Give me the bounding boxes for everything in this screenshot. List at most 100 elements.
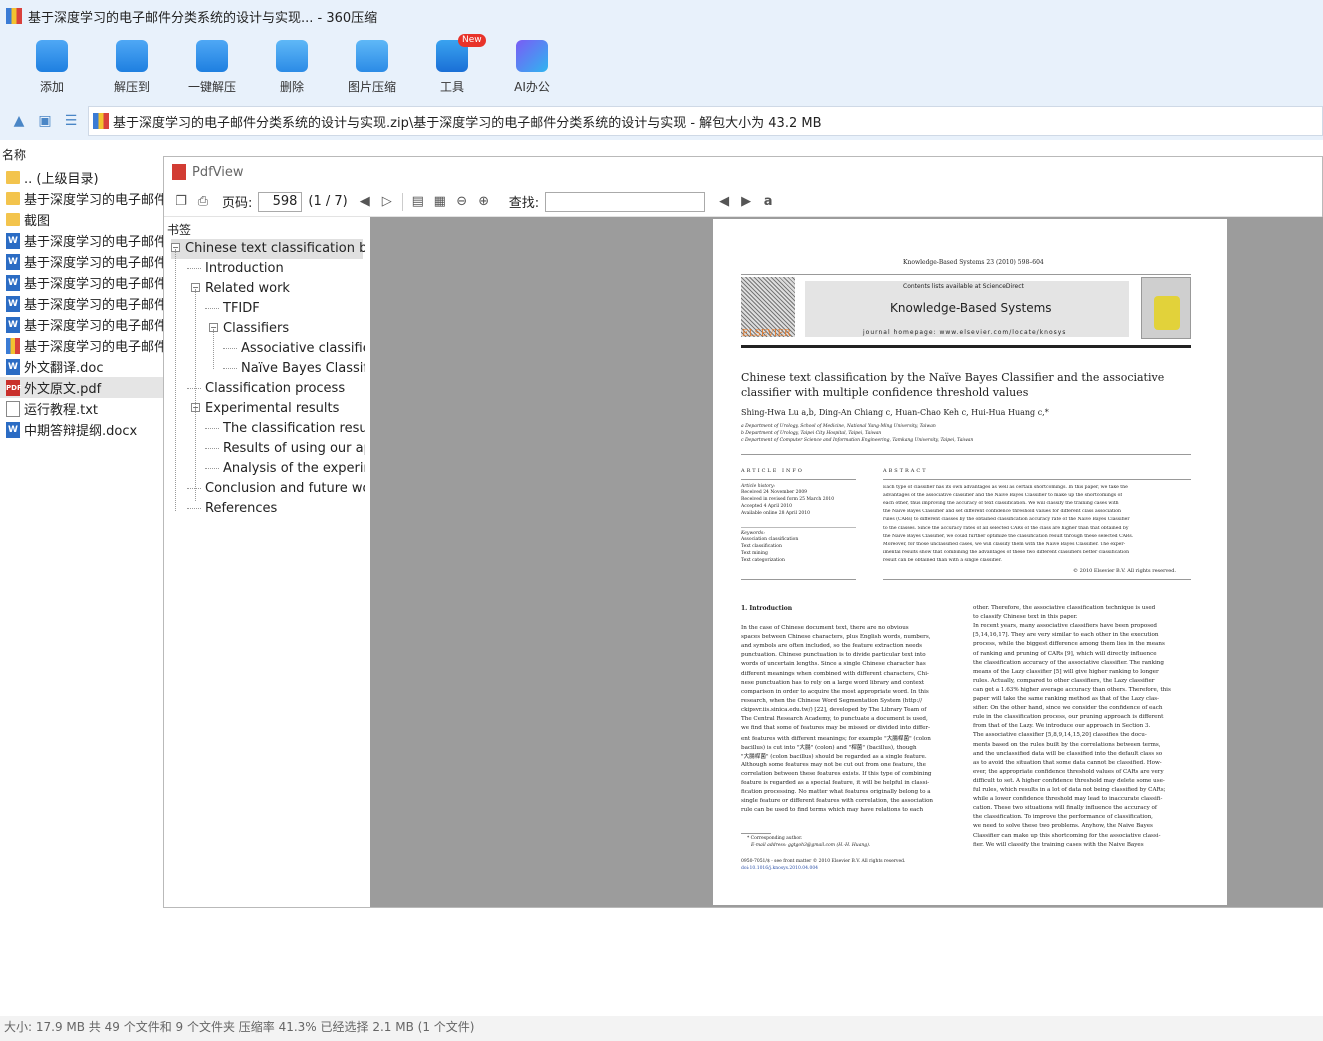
page-number-input[interactable]: 598: [258, 191, 303, 212]
toolbar-button-1[interactable]: 解压到: [92, 32, 172, 102]
affiliation-b: b Department of Urology, Taipei City Hos…: [741, 431, 882, 436]
journal-cover: [1141, 277, 1191, 339]
toolbar-button-5[interactable]: 工具 New: [412, 32, 492, 102]
bookmark-item[interactable]: References: [187, 499, 278, 519]
bookmark-item[interactable]: Classification process: [187, 379, 346, 399]
info-col-rule: [741, 479, 856, 480]
bookmark-item[interactable]: −Chinese text classification by th: [171, 239, 365, 259]
address-path: 基于深度学习的电子邮件分类系统的设计与实现.zip\基于深度学习的电子邮件分类系…: [113, 115, 822, 131]
bookmark-label: References: [205, 501, 278, 516]
history-line: Available online 28 April 2010: [741, 511, 810, 516]
next-page-icon[interactable]: ▷: [376, 191, 398, 213]
pdfview-toolbar: ❐ ⎙ 页码: 598 (1 / 7) ◀ ▷ ▤ ▦ ⊖ ⊕ 查找: ◀ ▶ …: [164, 187, 1322, 217]
pdfview-titlebar: PdfView: [164, 157, 1322, 187]
tree-guide-line: [195, 409, 196, 501]
up-level-icon[interactable]: ▲: [6, 107, 32, 135]
print-icon[interactable]: ⎙: [192, 191, 214, 213]
file-row[interactable]: .. (上级目录): [0, 167, 163, 188]
find-input[interactable]: [545, 191, 706, 212]
tree-connector: [205, 468, 219, 469]
bookmark-item[interactable]: Introduction: [187, 259, 284, 279]
doc-icon: W: [6, 253, 20, 270]
pdfview-window: PdfView ❐ ⎙ 页码: 598 (1 / 7) ◀ ▷ ▤ ▦ ⊖ ⊕ …: [163, 156, 1323, 908]
folder-icon: [6, 171, 20, 184]
match-case-icon[interactable]: a: [757, 191, 779, 213]
file-name: 中期答辩提纲.docx: [24, 424, 138, 439]
bookmark-item[interactable]: − Experimental results: [191, 399, 339, 419]
address-bar[interactable]: 基于深度学习的电子邮件分类系统的设计与实现.zip\基于深度学习的电子邮件分类系…: [88, 106, 1323, 136]
bookmark-item[interactable]: − Related work: [191, 279, 290, 299]
right-column-line: Classifier can make up this shortcoming …: [973, 832, 1161, 839]
bookmark-item[interactable]: TFIDF: [205, 299, 260, 319]
bookmark-item[interactable]: Associative classifier: [223, 339, 365, 359]
left-column-line: correlation between these features exist…: [741, 770, 932, 777]
right-column-line: as to avoid the situation that some data…: [973, 759, 1162, 766]
delete-icon: [276, 40, 308, 72]
pdf-viewer-area[interactable]: Knowledge-Based Systems 23 (2010) 598–60…: [370, 217, 1323, 907]
folder-icon: [6, 192, 20, 205]
abstract-line: rules (CARs) to different classes by the…: [883, 517, 1130, 523]
file-row[interactable]: W 基于深度学习的电子邮件分类系统: [0, 293, 163, 314]
right-column-line: fier. We will classify the training case…: [973, 841, 1144, 848]
view-icon[interactable]: ▣: [32, 107, 58, 135]
file-name: 运行教程.txt: [24, 403, 99, 418]
file-row[interactable]: W 外文翻译.doc: [0, 356, 163, 377]
right-column-line: difficult to set. A higher confidence th…: [973, 777, 1165, 784]
bookmark-item[interactable]: The classification results: [205, 419, 365, 439]
bookmark-item[interactable]: Conclusion and future work: [187, 479, 365, 499]
doc-icon: W: [6, 358, 20, 375]
fit-page-icon[interactable]: ▦: [429, 191, 451, 213]
bookmark-label: Classification process: [205, 381, 346, 396]
right-column-line: from that of the Lazy. We introduce our …: [973, 723, 1151, 730]
left-column-line: different meanings when combined with di…: [741, 670, 929, 677]
file-row[interactable]: 运行教程.txt: [0, 398, 163, 419]
file-row[interactable]: PDF 外文原文.pdf: [0, 377, 163, 398]
bookmark-item[interactable]: Results of using our app: [205, 439, 365, 459]
toolbar-button-3[interactable]: 删除: [252, 32, 332, 102]
status-bar: 大小: 17.9 MB 共 49 个文件和 9 个文件夹 压缩率 41.3% 已…: [0, 1016, 1323, 1041]
tree-connector: [223, 368, 237, 369]
find-previous-icon[interactable]: ◀: [713, 191, 735, 213]
copy-icon[interactable]: ❐: [170, 191, 192, 213]
file-name: 基于深度学习的电子邮件分类系统: [24, 193, 163, 208]
toolbar-button-0[interactable]: 添加: [12, 32, 92, 102]
toolbar-button-4[interactable]: 图片压缩: [332, 32, 412, 102]
zoom-out-icon[interactable]: ⊖: [451, 191, 473, 213]
info-rule: [741, 454, 1191, 455]
tree-connector: [205, 448, 219, 449]
abstract-bottom-rule: [883, 579, 1191, 580]
bookmark-label: TFIDF: [223, 301, 260, 316]
paper-authors: Shing-Hwa Lu a,b, Ding-An Chiang c, Huan…: [741, 408, 1049, 417]
list-view-icon[interactable]: ☰: [58, 107, 84, 135]
fit-width-icon[interactable]: ▤: [407, 191, 429, 213]
file-row[interactable]: 截图: [0, 209, 163, 230]
file-row[interactable]: W 基于深度学习的电子邮件分类系统: [0, 272, 163, 293]
toolbar-button-6[interactable]: AI办公: [492, 32, 572, 102]
previous-page-icon[interactable]: ◀: [354, 191, 376, 213]
file-name: 基于深度学习的电子邮件分类系统: [24, 277, 163, 292]
pdfview-title: PdfView: [192, 164, 244, 180]
pdf-page: Knowledge-Based Systems 23 (2010) 598–60…: [713, 219, 1227, 905]
abstract-line: each other, thus improving the accuracy …: [883, 501, 1119, 507]
file-row[interactable]: W 中期答辩提纲.docx: [0, 419, 163, 440]
folder-icon: [6, 213, 20, 226]
toolbar-button-2[interactable]: 一键解压: [172, 32, 252, 102]
bookmark-item[interactable]: − Classifiers: [209, 319, 289, 339]
bookmark-label: Experimental results: [205, 401, 340, 416]
tree-connector: [187, 388, 201, 389]
find-next-icon[interactable]: ▶: [735, 191, 757, 213]
file-row[interactable]: 基于深度学习的电子邮件分类系统: [0, 335, 163, 356]
bookmark-item[interactable]: Naïve Bayes Classifie: [223, 359, 365, 379]
bookmark-item[interactable]: Analysis of the experime: [205, 459, 365, 479]
file-row[interactable]: W 基于深度学习的电子邮件分类系统: [0, 251, 163, 272]
file-row[interactable]: W 基于深度学习的电子邮件分类系统: [0, 314, 163, 335]
introduction-heading: 1. Introduction: [741, 605, 793, 612]
file-row[interactable]: 基于深度学习的电子邮件分类系统: [0, 188, 163, 209]
zoom-in-icon[interactable]: ⊕: [473, 191, 495, 213]
right-column-line: can get a 1.63% higher average accuracy …: [973, 686, 1171, 693]
column-header-name[interactable]: 名称: [0, 146, 160, 164]
history-line: Received in revised form 25 March 2010: [741, 497, 835, 502]
file-row[interactable]: W 基于深度学习的电子邮件分类系统: [0, 230, 163, 251]
toolbar-label: 添加: [39, 80, 64, 94]
copyright-line: © 2010 Elsevier B.V. All rights reserved…: [1073, 568, 1177, 574]
